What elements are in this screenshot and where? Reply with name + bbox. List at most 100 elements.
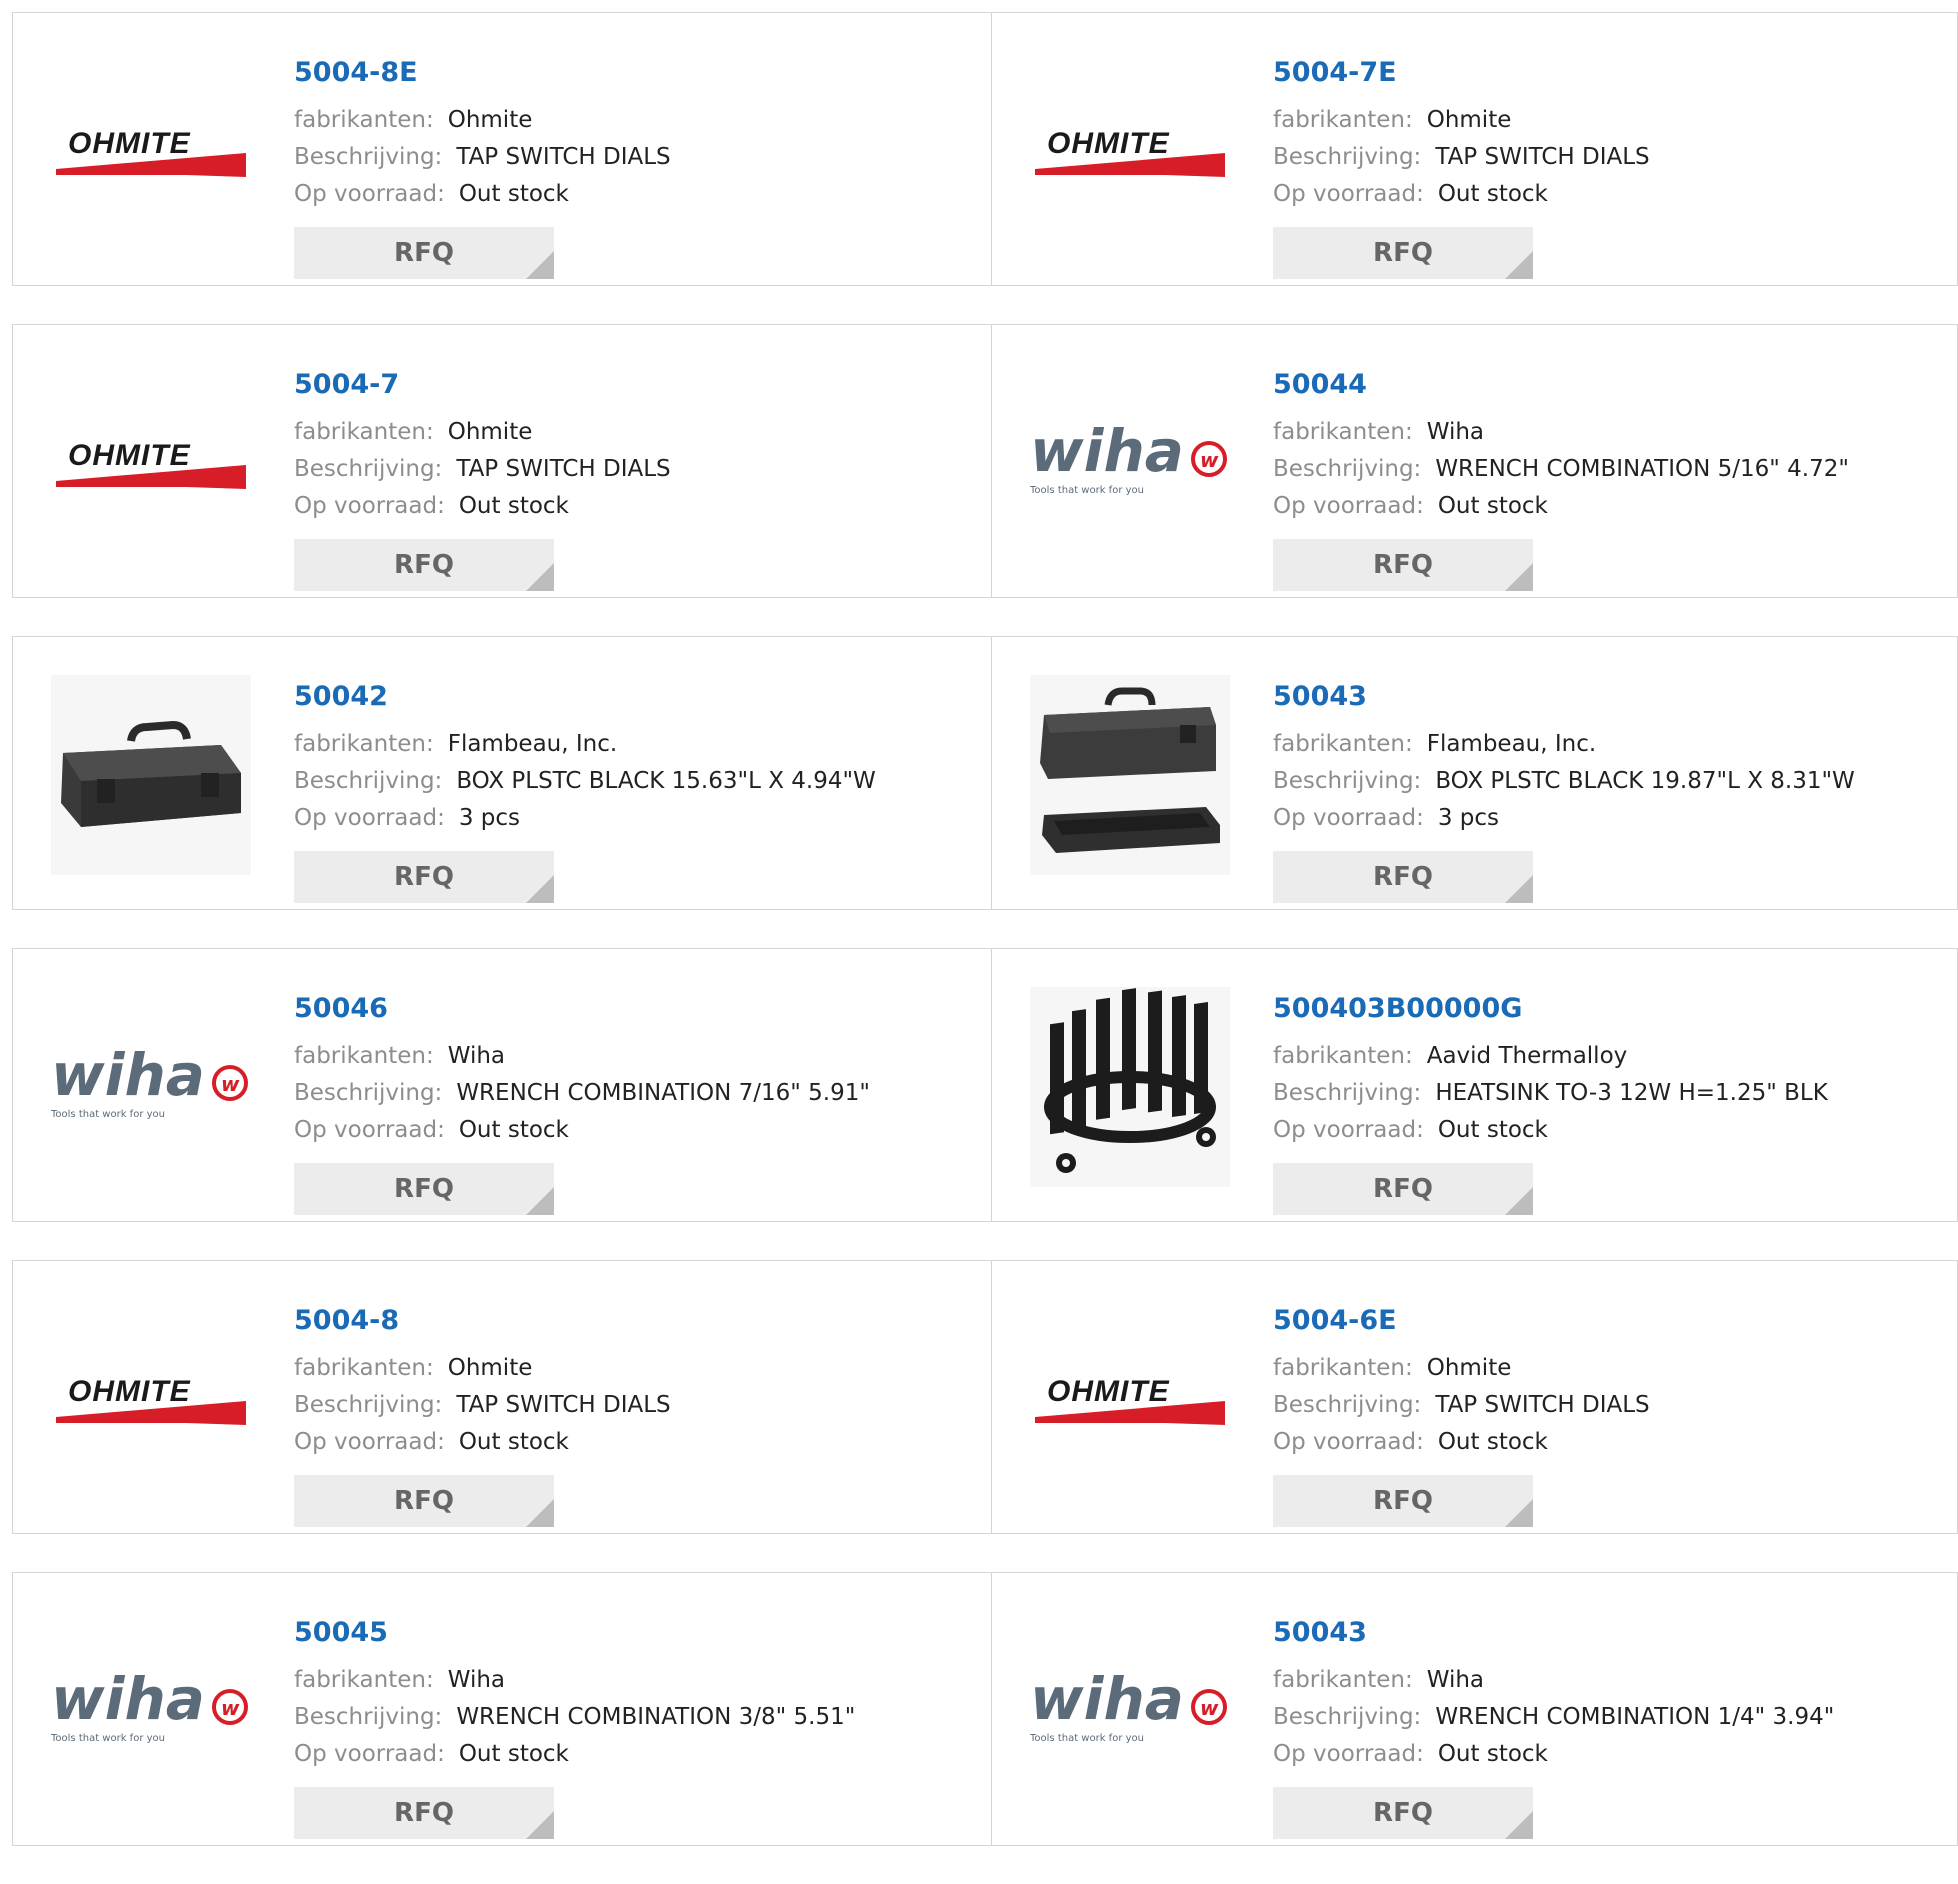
description-value: TAP SWITCH DIALS (456, 1392, 671, 1418)
stock-label: Op voorraad: (1273, 1117, 1424, 1143)
part-number-link[interactable]: 50045 (294, 1619, 855, 1646)
rfq-button[interactable]: RFQ (1273, 539, 1533, 591)
manufacturer-value: Ohmite (447, 107, 533, 133)
corner-triangle-icon (526, 875, 554, 903)
corner-triangle-icon (526, 251, 554, 279)
rfq-button[interactable]: RFQ (294, 227, 554, 279)
part-number-link[interactable]: 50046 (294, 995, 870, 1022)
part-number-link[interactable]: 500403B00000G (1273, 995, 1828, 1022)
product-info: 50044 fabrikanten: Wiha Beschrijving: WRENCH… (1273, 357, 1849, 591)
rfq-label: RFQ (394, 550, 454, 580)
rfq-button[interactable]: RFQ (1273, 1475, 1533, 1527)
stock-line: Op voorraad: Out stock (1273, 1736, 1834, 1773)
description-label: Beschrijving: (1273, 1704, 1422, 1730)
rfq-button[interactable]: RFQ (294, 1787, 554, 1839)
part-number-link[interactable]: 50043 (1273, 1619, 1834, 1646)
rfq-label: RFQ (394, 238, 454, 268)
product-card: OHMITE 5004-7 fabrikanten: Ohmite Beschrijv… (13, 325, 991, 597)
corner-triangle-icon (1505, 251, 1533, 279)
product-row: OHMITE 5004-7 fabrikanten: Ohmite Beschrijv… (12, 324, 1958, 598)
ohmite-logo[interactable]: OHMITE (51, 1299, 251, 1499)
svg-text:OHMITE: OHMITE (1047, 1375, 1170, 1408)
part-number-link[interactable]: 50044 (1273, 371, 1849, 398)
corner-triangle-icon (1505, 1187, 1533, 1215)
ohmite-logo[interactable]: OHMITE (51, 51, 251, 251)
part-number-link[interactable]: 5004-7 (294, 371, 671, 398)
description-value: TAP SWITCH DIALS (456, 144, 671, 170)
rfq-button[interactable]: RFQ (294, 851, 554, 903)
rfq-label: RFQ (1373, 1174, 1433, 1204)
manufacturer-line: fabrikanten: Wiha (294, 1038, 870, 1075)
wiha-logo[interactable]: wiha w Tools that work for you (1030, 363, 1230, 563)
description-line: Beschrijving: BOX PLSTC BLACK 19.87"L X 8… (1273, 763, 1855, 800)
description-line: Beschrijving: TAP SWITCH DIALS (1273, 139, 1650, 176)
rfq-label: RFQ (394, 1174, 454, 1204)
description-label: Beschrijving: (1273, 768, 1422, 794)
manufacturer-label: fabrikanten: (294, 107, 434, 133)
description-value: TAP SWITCH DIALS (456, 456, 671, 482)
toolbox-tray-photo[interactable] (1030, 675, 1230, 875)
manufacturer-value: Ohmite (447, 1355, 533, 1381)
wiha-logo[interactable]: wiha w Tools that work for you (1030, 1611, 1230, 1811)
manufacturer-line: fabrikanten: Wiha (294, 1662, 855, 1699)
rfq-label: RFQ (1373, 862, 1433, 892)
rfq-button[interactable]: RFQ (1273, 227, 1533, 279)
stock-label: Op voorraad: (294, 1741, 445, 1767)
stock-line: Op voorraad: Out stock (294, 488, 671, 525)
rfq-button[interactable]: RFQ (294, 1475, 554, 1527)
rfq-label: RFQ (394, 1798, 454, 1828)
svg-text:OHMITE: OHMITE (68, 127, 191, 160)
rfq-button[interactable]: RFQ (1273, 1163, 1533, 1215)
stock-line: Op voorraad: Out stock (1273, 488, 1849, 525)
manufacturer-line: fabrikanten: Ohmite (1273, 1350, 1650, 1387)
stock-value: 3 pcs (458, 805, 521, 831)
manufacturer-label: fabrikanten: (1273, 419, 1413, 445)
stock-value: Out stock (458, 1741, 569, 1767)
toolbox-photo[interactable] (51, 675, 251, 875)
stock-label: Op voorraad: (1273, 181, 1424, 207)
svg-text:w: w (1200, 1696, 1219, 1720)
description-label: Beschrijving: (294, 456, 443, 482)
rfq-button[interactable]: RFQ (294, 539, 554, 591)
rfq-button[interactable]: RFQ (1273, 851, 1533, 903)
rfq-label: RFQ (1373, 1798, 1433, 1828)
manufacturer-value: Wiha (1426, 419, 1485, 445)
part-number-link[interactable]: 5004-7E (1273, 59, 1650, 86)
product-card: wiha w Tools that work for you 50046 fabr… (13, 949, 991, 1221)
manufacturer-line: fabrikanten: Flambeau, Inc. (294, 726, 876, 763)
wiha-logo[interactable]: wiha w Tools that work for you (51, 1611, 251, 1811)
corner-triangle-icon (1505, 1811, 1533, 1839)
manufacturer-label: fabrikanten: (294, 1667, 434, 1693)
manufacturer-label: fabrikanten: (1273, 1667, 1413, 1693)
stock-label: Op voorraad: (294, 493, 445, 519)
part-number-link[interactable]: 5004-6E (1273, 1307, 1650, 1334)
corner-triangle-icon (1505, 875, 1533, 903)
description-value: TAP SWITCH DIALS (1435, 1392, 1650, 1418)
wiha-logo[interactable]: wiha w Tools that work for you (51, 987, 251, 1187)
stock-value: Out stock (458, 181, 569, 207)
ohmite-logo[interactable]: OHMITE (51, 363, 251, 563)
svg-text:OHMITE: OHMITE (68, 439, 191, 472)
part-number-link[interactable]: 5004-8 (294, 1307, 671, 1334)
product-grid: OHMITE 5004-8E fabrikanten: Ohmite Beschrij… (12, 12, 1958, 1884)
heatsink-photo[interactable] (1030, 987, 1230, 1187)
svg-text:wiha: wiha (51, 1047, 205, 1109)
rfq-button[interactable]: RFQ (294, 1163, 554, 1215)
manufacturer-label: fabrikanten: (1273, 1355, 1413, 1381)
stock-value: Out stock (1437, 1117, 1548, 1143)
part-number-link[interactable]: 50042 (294, 683, 876, 710)
description-label: Beschrijving: (1273, 1392, 1422, 1418)
stock-label: Op voorraad: (1273, 493, 1424, 519)
stock-label: Op voorraad: (294, 805, 445, 831)
stock-value: Out stock (1437, 1741, 1548, 1767)
svg-text:wiha: wiha (1030, 1671, 1184, 1733)
product-info: 50043 fabrikanten: Wiha Beschrijving: WRENCH… (1273, 1605, 1834, 1839)
rfq-button[interactable]: RFQ (1273, 1787, 1533, 1839)
svg-text:Tools that work for you: Tools that work for you (1030, 1733, 1144, 1744)
part-number-link[interactable]: 5004-8E (294, 59, 671, 86)
rfq-label: RFQ (1373, 1486, 1433, 1516)
ohmite-logo[interactable]: OHMITE (1030, 51, 1230, 251)
ohmite-logo[interactable]: OHMITE (1030, 1299, 1230, 1499)
description-line: Beschrijving: WRENCH COMBINATION 1/4" 3.9… (1273, 1699, 1834, 1736)
part-number-link[interactable]: 50043 (1273, 683, 1855, 710)
